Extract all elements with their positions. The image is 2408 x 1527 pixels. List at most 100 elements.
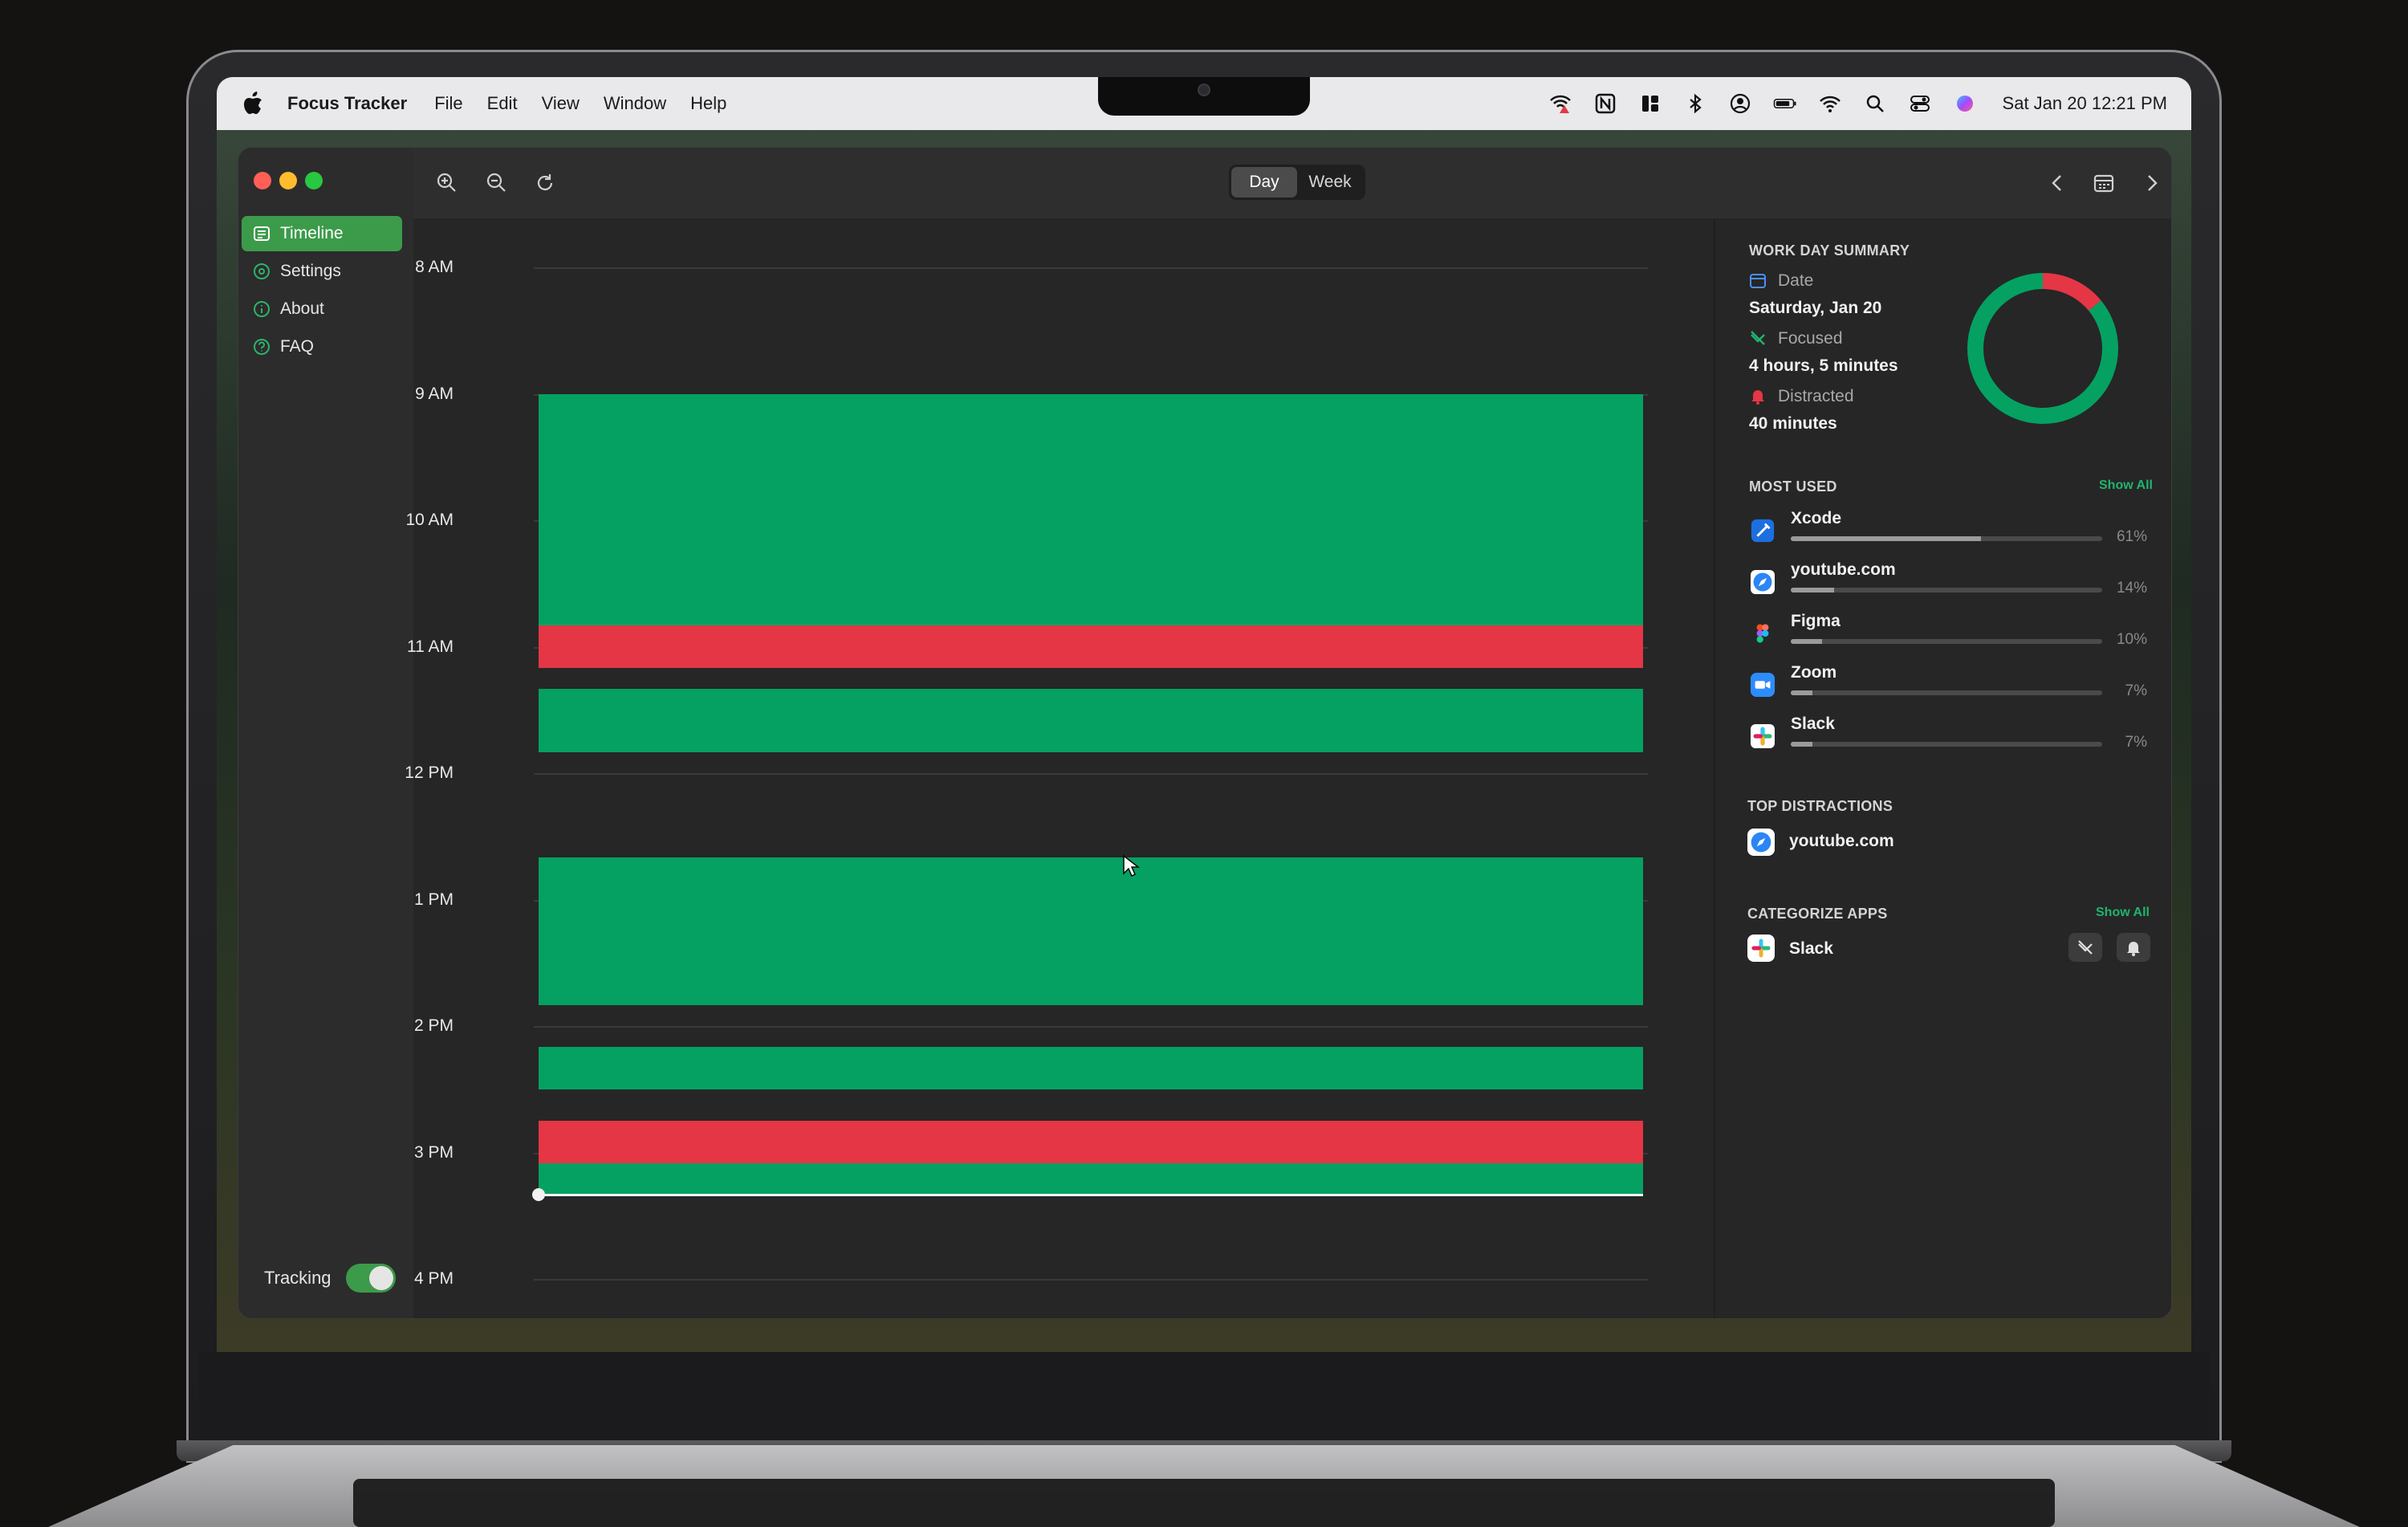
zoom-out-button[interactable]	[481, 167, 513, 199]
apple-icon[interactable]	[242, 92, 263, 116]
usage-percent: 7%	[2125, 734, 2147, 751]
grid-icon[interactable]	[1638, 92, 1662, 116]
notion-icon[interactable]	[1593, 92, 1617, 116]
hour-label: 8 AM	[415, 258, 454, 276]
most-used-app-name[interactable]: Figma	[1791, 612, 1841, 631]
hour-label: 4 PM	[413, 1269, 454, 1288]
chevron-right-icon	[2148, 175, 2158, 191]
focused-block[interactable]	[539, 1047, 1643, 1089]
question-icon	[254, 339, 270, 355]
usage-percent: 14%	[2116, 580, 2147, 597]
distracted-block[interactable]	[539, 1121, 1643, 1163]
hour-label: 9 AM	[415, 384, 454, 403]
focused-block[interactable]	[539, 857, 1643, 1005]
menu-clock[interactable]: Sat Jan 20 12:21 PM	[2003, 93, 2167, 114]
sidebar-nav: Timeline Settings About FAQ	[242, 216, 402, 367]
most-used-app-name[interactable]: youtube.com	[1791, 560, 1896, 580]
menu-view[interactable]: View	[542, 93, 580, 114]
usage-percent: 10%	[2116, 631, 2147, 648]
xcode-icon	[1749, 517, 1776, 544]
menu-window[interactable]: Window	[604, 93, 666, 114]
close-window-button[interactable]	[254, 172, 271, 189]
focused-block[interactable]	[539, 1163, 1643, 1195]
distracted-block[interactable]	[539, 625, 1643, 668]
menu-file[interactable]: File	[434, 93, 462, 114]
focus-tracker-window: Timeline Settings About FAQ Tracking Day…	[238, 147, 2172, 1319]
hour-label: 1 PM	[413, 890, 454, 909]
most-used-title: MOST USED	[1749, 478, 1837, 495]
most-used-app-name[interactable]: Xcode	[1791, 509, 1841, 528]
refresh-icon	[537, 174, 553, 190]
top-distractions-title: TOP DISTRACTIONS	[1747, 798, 1893, 814]
calendar-small-icon	[1750, 274, 1766, 288]
search-icon[interactable]	[1863, 92, 1887, 116]
hour-gridline	[534, 1026, 1648, 1028]
most-used-app-name[interactable]: Slack	[1791, 715, 1835, 734]
mark-focused-button[interactable]	[2068, 933, 2102, 962]
categorize-apps-title: CATEGORIZE APPS	[1747, 906, 1888, 922]
menu-edit[interactable]: Edit	[487, 93, 518, 114]
current-time-line	[539, 1194, 1643, 1196]
menu-help[interactable]: Help	[690, 93, 726, 114]
categorize-show-all-link[interactable]: Show All	[2096, 906, 2150, 920]
safari-icon	[1749, 568, 1776, 596]
gear-icon	[254, 263, 270, 279]
usage-bar-fill	[1791, 536, 1981, 541]
bluetooth-icon[interactable]	[1683, 92, 1707, 116]
tab-week[interactable]: Week	[1297, 167, 1363, 197]
categorize-app-name[interactable]: Slack	[1789, 939, 1833, 959]
timeline-icon	[254, 226, 270, 241]
hour-label: 3 PM	[413, 1142, 454, 1162]
wifi-icon[interactable]	[1818, 92, 1842, 116]
usage-bar-track	[1791, 742, 2102, 747]
focused-block[interactable]	[539, 689, 1643, 752]
hour-gridline	[534, 267, 1648, 269]
sidebar-item-about[interactable]: About	[242, 291, 402, 327]
sidebar-item-timeline[interactable]: Timeline	[242, 216, 402, 251]
calendar-icon	[2093, 174, 2114, 193]
bell-icon	[1751, 390, 1764, 405]
date-label: Date	[1778, 271, 1814, 290]
calendar-button[interactable]	[2088, 167, 2120, 199]
control-center-icon[interactable]	[1908, 92, 1932, 116]
zoom-in-button[interactable]	[431, 167, 463, 199]
slack-icon	[1749, 723, 1776, 750]
camera-icon	[1198, 83, 1210, 96]
most-used-app-name[interactable]: Zoom	[1791, 663, 1837, 682]
sidebar-item-faq[interactable]: FAQ	[242, 329, 402, 364]
zoom-out-icon	[486, 173, 506, 192]
focused-value: 4 hours, 5 minutes	[1749, 356, 1898, 375]
hour-gridline	[534, 773, 1648, 775]
mouse-cursor-icon	[1123, 854, 1140, 878]
sidebar-item-label: FAQ	[280, 337, 315, 356]
summary-panel: WORK DAY SUMMARY Date Saturday, Jan 20 F…	[1714, 218, 2171, 1318]
usage-bar-track	[1791, 536, 2102, 541]
minimize-window-button[interactable]	[279, 172, 297, 189]
top-distraction-name[interactable]: youtube.com	[1789, 832, 1894, 851]
focused-block[interactable]	[539, 393, 1643, 626]
tab-day[interactable]: Day	[1231, 167, 1297, 197]
usage-bar-track	[1791, 588, 2102, 592]
most-used-show-all-link[interactable]: Show All	[2099, 478, 2153, 493]
refresh-button[interactable]	[529, 167, 561, 199]
menu-app-name[interactable]: Focus Tracker	[287, 93, 407, 114]
mark-distracting-button[interactable]	[2117, 933, 2150, 962]
siri-icon[interactable]	[1953, 92, 1977, 116]
next-day-button[interactable]	[2136, 167, 2168, 199]
usage-bar-fill	[1791, 742, 1813, 747]
figma-icon	[1749, 620, 1776, 647]
usage-bar-track	[1791, 639, 2102, 644]
hour-gridline	[534, 1279, 1648, 1281]
hour-label: 10 AM	[405, 511, 454, 529]
toolbar: Day Week	[413, 148, 2171, 220]
wifi-warning-icon[interactable]	[1548, 92, 1572, 116]
user-icon[interactable]	[1728, 92, 1752, 116]
sidebar-item-label: Timeline	[280, 224, 344, 242]
zoom-window-button[interactable]	[305, 172, 323, 189]
previous-day-button[interactable]	[2041, 167, 2073, 199]
battery-icon[interactable]	[1773, 92, 1797, 116]
usage-percent: 7%	[2125, 682, 2147, 699]
usage-bar-fill	[1791, 690, 1813, 695]
tracking-label: Tracking	[264, 1268, 332, 1288]
distracted-value: 40 minutes	[1749, 414, 1837, 433]
